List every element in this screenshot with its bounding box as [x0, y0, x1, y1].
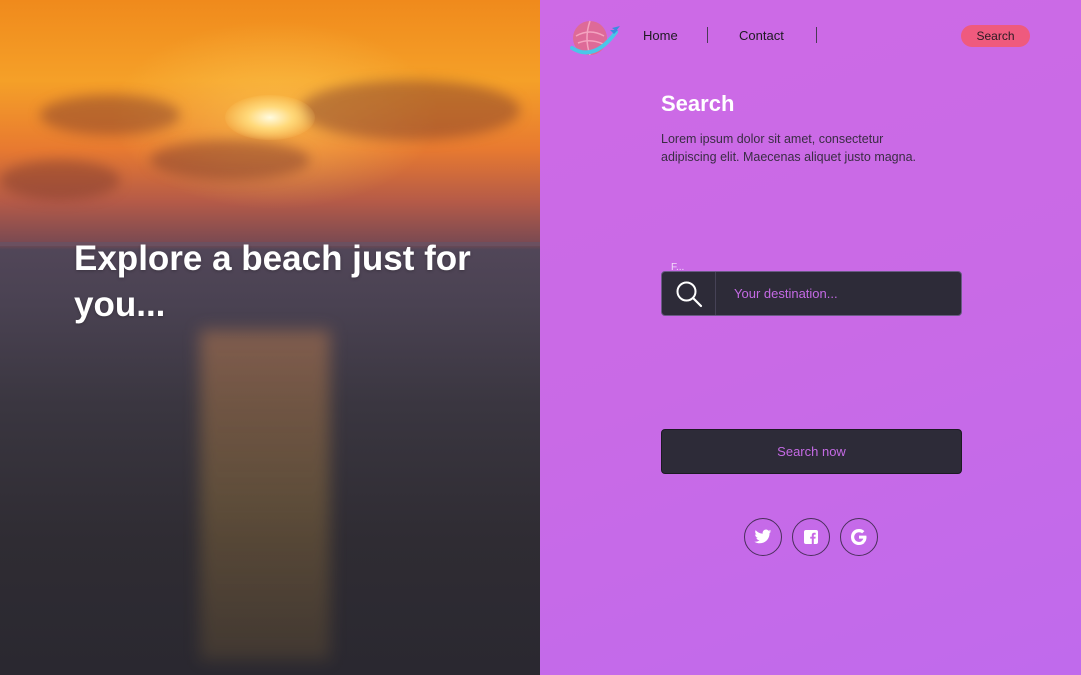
twitter-icon[interactable] [744, 518, 782, 556]
search-icon[interactable] [662, 272, 716, 315]
cloud [0, 160, 120, 200]
section-title: Search [661, 91, 735, 116]
google-icon[interactable] [840, 518, 878, 556]
section-description: Lorem ipsum dolor sit amet, consectetur … [661, 132, 917, 164]
destination-field[interactable] [661, 271, 962, 316]
cloud [40, 95, 180, 135]
hero-title: Explore a beach just for you... [74, 239, 471, 324]
search-now-button[interactable]: Search now [661, 429, 962, 474]
search-panel: Home Contact Search Search Lorem ipsum d… [540, 0, 1081, 675]
hero-image: Explore a beach just for you... [0, 0, 540, 675]
destination-input[interactable] [716, 272, 961, 315]
top-nav: Home Contact Search [540, 0, 1081, 70]
cloud [300, 80, 520, 140]
sun [225, 95, 315, 140]
nav-search-button[interactable]: Search [961, 25, 1030, 47]
sea-reflection [200, 330, 330, 660]
nav-divider [707, 27, 708, 43]
cloud [150, 140, 310, 180]
globe-plane-logo[interactable] [570, 18, 622, 60]
facebook-icon[interactable] [792, 518, 830, 556]
nav-divider [816, 27, 817, 43]
nav-contact-link[interactable]: Contact [739, 28, 784, 43]
nav-home-link[interactable]: Home [643, 28, 678, 43]
